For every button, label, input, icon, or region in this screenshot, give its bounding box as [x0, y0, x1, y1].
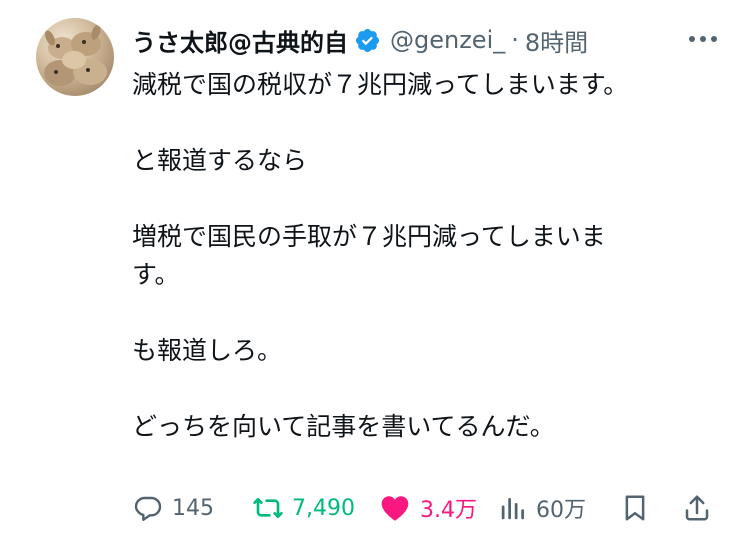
- reply-icon: [134, 496, 162, 521]
- like-button[interactable]: 3.4万: [378, 488, 477, 528]
- tweet-paragraph: 減税で国の税収が７兆円減ってしまいます。: [132, 70, 629, 99]
- tweet-paragraph: も報道しろ。: [132, 336, 283, 365]
- verified-badge-icon[interactable]: [354, 27, 381, 54]
- bookmark-icon: [625, 495, 645, 521]
- retweet-icon: [253, 498, 283, 518]
- separator-dot: ·: [511, 26, 519, 54]
- bookmark-button[interactable]: [620, 488, 650, 528]
- views-icon: [501, 498, 524, 520]
- tweet-paragraph: どっちを向いて記事を書いてるんだ。: [132, 412, 555, 441]
- views-count: 60万: [536, 498, 586, 523]
- more-options-button[interactable]: [686, 24, 720, 54]
- retweet-count: 7,490: [292, 495, 355, 521]
- like-count: 3.4万: [420, 498, 477, 523]
- reply-count: 145: [172, 495, 214, 521]
- user-handle[interactable]: @genzei_: [390, 26, 505, 54]
- timestamp[interactable]: 8時間: [525, 23, 588, 58]
- ellipsis-icon: [689, 36, 717, 42]
- tweet-header: うさ太郎@古典的自 @genzei_ · 8時間: [132, 22, 720, 58]
- avatar[interactable]: [36, 18, 114, 96]
- views-button[interactable]: 60万: [498, 488, 586, 528]
- tweet-paragraph: 増税で国民の手取が７兆円減ってしまいま す。: [132, 222, 606, 289]
- display-name[interactable]: うさ太郎@古典的自: [132, 23, 348, 58]
- tweet: うさ太郎@古典的自 @genzei_ · 8時間 減税で国の税収が７兆円減ってし…: [0, 0, 750, 560]
- share-icon: [685, 495, 709, 521]
- reply-button[interactable]: 145: [132, 488, 214, 528]
- share-button[interactable]: [682, 488, 712, 528]
- retweet-button[interactable]: 7,490: [252, 488, 355, 528]
- rabbit-avatar-icon: [44, 24, 107, 86]
- action-bar: 145 7,490 3.4万 60万: [132, 488, 720, 528]
- heart-icon: [381, 496, 409, 521]
- tweet-body: 減税で国の税収が７兆円減ってしまいます。 と報道するなら 増税で国民の手取が７兆…: [132, 66, 712, 446]
- tweet-paragraph: と報道するなら: [132, 146, 308, 175]
